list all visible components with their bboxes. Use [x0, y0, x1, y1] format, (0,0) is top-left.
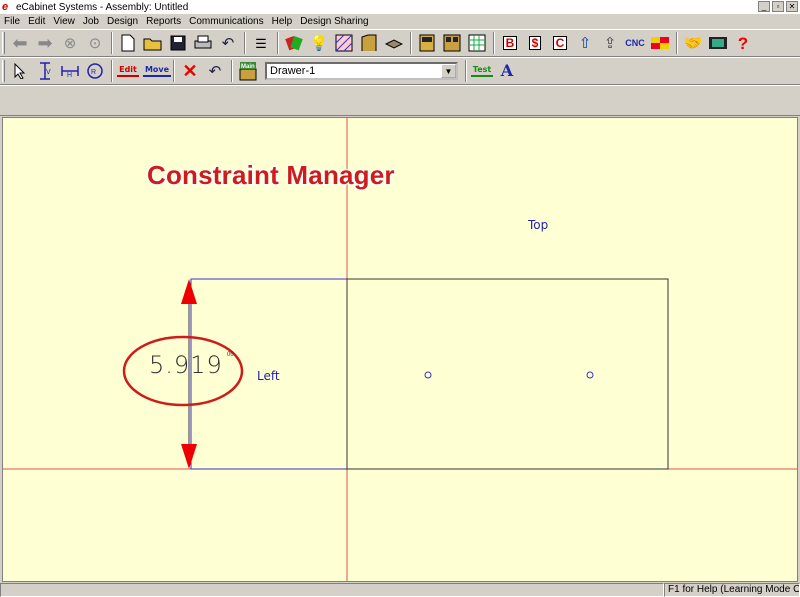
cabinet-icon[interactable]	[415, 31, 439, 55]
app-window: e eCabinet Systems - Assembly: Untitled …	[0, 0, 800, 597]
stop-icon[interactable]: ⊗	[58, 31, 82, 55]
select-pointer-icon[interactable]	[8, 59, 32, 83]
dimension-arrow-up-icon	[181, 279, 197, 304]
menu-reports[interactable]: Reports	[142, 16, 185, 27]
constraint-point-icon[interactable]	[424, 371, 432, 379]
cutlist-icon[interactable]	[382, 31, 406, 55]
toolbar-separator	[111, 32, 113, 54]
cost-report-icon[interactable]: C	[548, 31, 572, 55]
print-icon[interactable]	[191, 31, 215, 55]
film-icon[interactable]	[706, 31, 730, 55]
svg-text:R: R	[91, 69, 96, 76]
svg-text:H: H	[67, 72, 72, 79]
materials-icon[interactable]	[282, 31, 306, 55]
chevron-down-icon[interactable]: ▼	[441, 64, 456, 78]
edit-toolbar: V H R Edit Move ✕ ↶ Main Drawer-1 ▼ Test…	[0, 57, 800, 85]
toolbar-separator	[493, 32, 495, 54]
menu-design[interactable]: Design	[103, 16, 142, 27]
close-button[interactable]: ✕	[786, 1, 798, 12]
menu-view[interactable]: View	[49, 16, 79, 27]
main-button[interactable]: Main	[236, 59, 260, 83]
window-controls: _ ▫ ✕	[758, 1, 798, 12]
toolbar-separator	[244, 32, 246, 54]
flag-icon[interactable]	[648, 31, 672, 55]
status-help-pane: F1 for Help (Learning Mode ON)	[664, 583, 800, 597]
status-bar: F1 for Help (Learning Mode ON)	[0, 582, 800, 597]
door-frame-icon[interactable]	[357, 31, 381, 55]
empty-toolbar	[0, 85, 800, 116]
horizontal-dimension-icon[interactable]: H	[58, 59, 82, 83]
dimension-unit: 00	[227, 352, 234, 358]
window-title: eCabinet Systems - Assembly: Untitled	[16, 1, 189, 13]
cabinet-double-icon[interactable]	[440, 31, 464, 55]
toolbar-separator	[231, 60, 233, 82]
view-label-top: Top	[528, 218, 549, 232]
light-bulb-icon[interactable]: 💡	[307, 31, 331, 55]
annotation-title: Constraint Manager	[147, 160, 395, 190]
text-tool-button[interactable]: A	[495, 59, 519, 83]
move-button[interactable]: Move	[142, 59, 172, 83]
toolbar-separator	[111, 60, 113, 82]
radial-dimension-icon[interactable]: R	[83, 59, 107, 83]
ecabinet-logo-icon: e	[2, 1, 9, 13]
save-icon[interactable]	[166, 31, 190, 55]
toolbar-grip[interactable]	[2, 60, 5, 82]
upload-icon[interactable]: ⇪	[598, 31, 622, 55]
minimize-button[interactable]: _	[758, 1, 770, 12]
test-label: Test	[470, 65, 494, 77]
status-main-pane	[0, 583, 664, 597]
forward-arrow-icon[interactable]: ➡	[33, 31, 57, 55]
price-report-icon[interactable]: $	[523, 31, 547, 55]
drawing-canvas[interactable]: Constraint Manager Top Left 5.919 00	[2, 117, 798, 582]
cnc-label: CNC	[625, 37, 645, 48]
cnc-button[interactable]: CNC	[623, 31, 647, 55]
top-view-rectangle[interactable]	[346, 278, 669, 470]
menu-communications[interactable]: Communications	[185, 16, 267, 27]
main-label: Main	[241, 64, 255, 70]
move-label: Move	[142, 65, 172, 77]
menu-bar: File Edit View Job Design Reports Commun…	[0, 14, 800, 29]
menu-file[interactable]: File	[0, 16, 24, 27]
bid-report-icon[interactable]: B	[498, 31, 522, 55]
refresh-icon[interactable]: ⊙	[83, 31, 107, 55]
view-label-left: Left	[257, 369, 280, 383]
dimension-value[interactable]: 5.919	[149, 351, 223, 379]
constraint-point-icon[interactable]	[586, 371, 594, 379]
grid-table-icon[interactable]	[465, 31, 489, 55]
delete-icon[interactable]: ✕	[178, 59, 202, 83]
toolbar-separator	[676, 32, 678, 54]
svg-text:V: V	[46, 69, 51, 76]
selected-part-value: Drawer-1	[270, 65, 316, 77]
menu-job[interactable]: Job	[79, 16, 103, 27]
hatch-pattern-icon[interactable]	[332, 31, 356, 55]
menu-help[interactable]: Help	[268, 16, 297, 27]
edit-label: Edit	[117, 65, 139, 77]
settings-sliders-icon[interactable]: ☰	[249, 31, 273, 55]
toolbar-separator	[173, 60, 175, 82]
restore-button[interactable]: ▫	[772, 1, 784, 12]
text-tool-label: A	[500, 61, 514, 80]
back-arrow-icon[interactable]: ⬅	[8, 31, 32, 55]
toolbar-grip[interactable]	[2, 32, 5, 54]
test-button[interactable]: Test	[470, 59, 494, 83]
new-document-icon[interactable]	[116, 31, 140, 55]
menu-edit[interactable]: Edit	[24, 16, 49, 27]
part-select-dropdown[interactable]: Drawer-1 ▼	[265, 62, 458, 80]
menu-design-sharing[interactable]: Design Sharing	[296, 16, 372, 27]
toolbar-separator	[465, 60, 467, 82]
title-bar: e eCabinet Systems - Assembly: Untitled …	[0, 0, 800, 14]
help-question-icon[interactable]: ?	[731, 31, 755, 55]
edit-button[interactable]: Edit	[116, 59, 140, 83]
undo-edit-icon[interactable]: ↶	[203, 59, 227, 83]
toolbar-separator	[410, 32, 412, 54]
export-icon[interactable]: ⇧	[573, 31, 597, 55]
dimension-arrow-down-icon	[181, 444, 197, 469]
open-folder-icon[interactable]	[141, 31, 165, 55]
undo-icon[interactable]: ↶	[216, 31, 240, 55]
toolbar-separator	[277, 32, 279, 54]
handshake-icon[interactable]: 🤝	[681, 31, 705, 55]
vertical-dimension-icon[interactable]: V	[33, 59, 57, 83]
drawing-svg	[3, 118, 797, 581]
main-toolbar: ⬅ ➡ ⊗ ⊙ ↶ ☰ 💡 B $ C ⇧ ⇪ CNC 🤝 ?	[0, 29, 800, 57]
